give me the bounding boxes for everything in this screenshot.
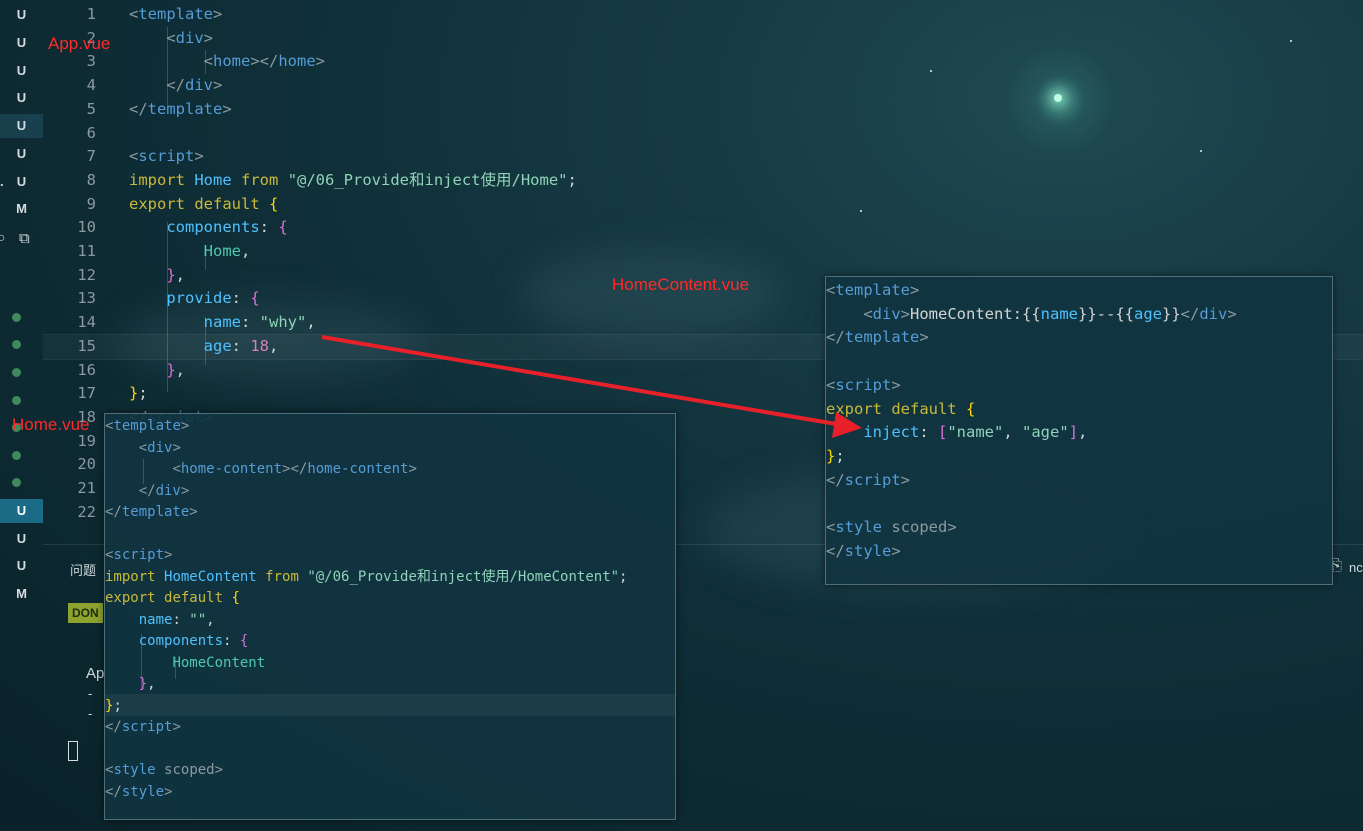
red-arrow-icon	[321, 335, 862, 438]
